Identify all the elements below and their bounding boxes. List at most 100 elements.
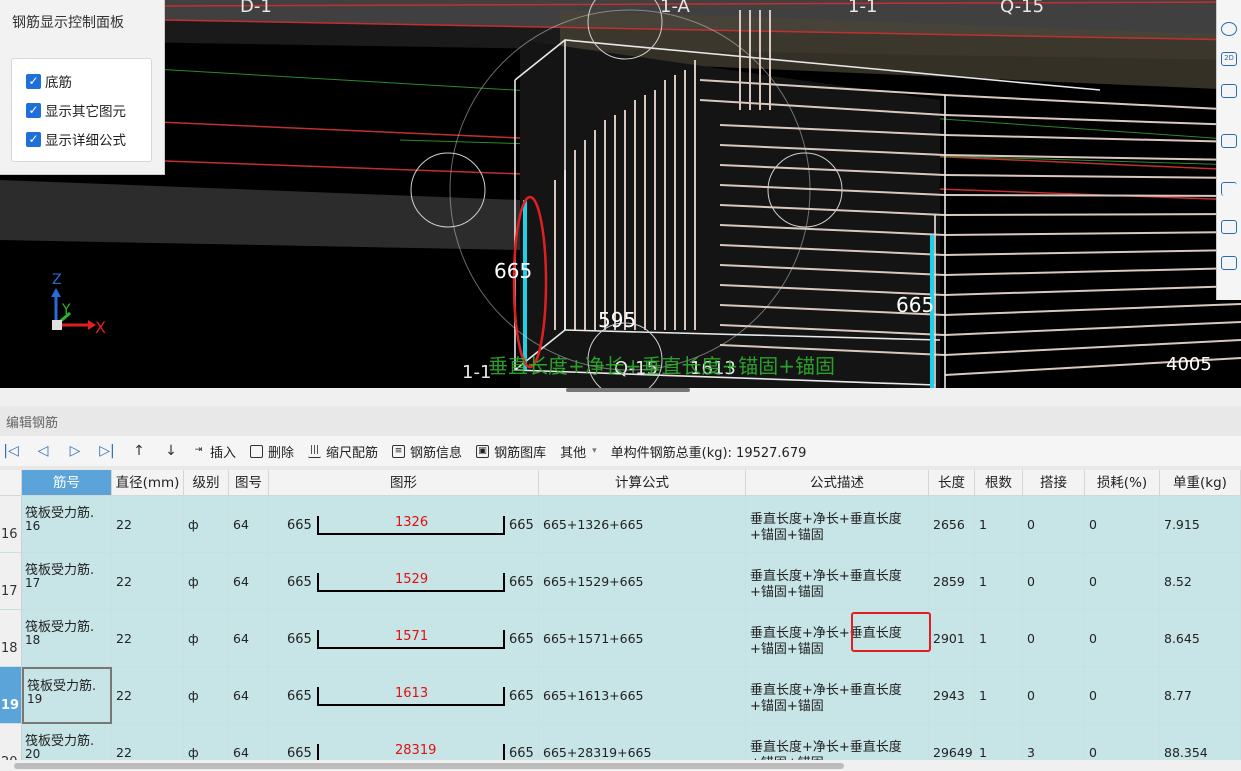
weight-cell[interactable]: 7.915	[1160, 496, 1241, 553]
row-number[interactable]: 20	[0, 724, 22, 760]
grade-cell[interactable]: ф	[184, 496, 229, 553]
formula-cell[interactable]: 665+28319+665	[539, 724, 746, 760]
rebar-name-cell[interactable]: 筏板受力筋. 16	[22, 496, 112, 553]
box-icon[interactable]	[1221, 134, 1237, 148]
fig-cell[interactable]: 64	[229, 724, 269, 760]
splitter-handle[interactable]	[566, 388, 690, 392]
3d-viewport[interactable]: D-1 1-A 1-1 Q-15 665 595 665 4005 1-1 Q-…	[0, 0, 1241, 388]
column-header[interactable]: 筋号	[22, 470, 112, 496]
weight-cell[interactable]: 8.645	[1160, 610, 1241, 667]
row-number[interactable]: 19	[0, 667, 22, 724]
shape-cell[interactable]: 665 28319 665	[269, 724, 539, 760]
desc-cell[interactable]: 垂直长度+净长+垂直长度+锚固+锚固	[746, 724, 929, 760]
len-cell[interactable]: 2859	[929, 553, 975, 610]
desc-cell[interactable]: 垂直长度+净长+垂直长度+锚固+锚固	[746, 496, 929, 553]
insert-button[interactable]: ⇥ 插入	[192, 442, 236, 461]
shape-length-value[interactable]: 1571	[395, 629, 428, 644]
rebar-name-cell[interactable]: 筏板受力筋. 17	[22, 553, 112, 610]
row-number[interactable]: 17	[0, 553, 22, 610]
column-header[interactable]: 单重(kg)	[1160, 470, 1241, 496]
option-bottom-rebar[interactable]: ✓ 底筋	[26, 71, 72, 91]
count-cell[interactable]: 1	[975, 553, 1023, 610]
prev-icon[interactable]: ◁	[32, 443, 54, 459]
len-cell[interactable]: 2901	[929, 610, 975, 667]
column-header[interactable]: 公式描述	[746, 470, 929, 496]
column-header[interactable]: 直径(mm)	[112, 470, 184, 496]
option-show-other-elements[interactable]: ✓ 显示其它图元	[26, 100, 126, 120]
next-icon[interactable]: ▷	[64, 443, 86, 459]
fig-cell[interactable]: 64	[229, 553, 269, 610]
table-row[interactable]: 16 筏板受力筋. 16 22 ф 64 665 1326 665 665+1326+665 垂直长…	[0, 496, 1241, 553]
column-header[interactable]: 图形	[269, 470, 539, 496]
formula-cell[interactable]: 665+1613+665	[539, 667, 746, 724]
shape-cell[interactable]: 665 1613 665	[269, 667, 539, 724]
dia-cell[interactable]: 22	[112, 496, 184, 553]
checkbox-checked-icon[interactable]: ✓	[26, 102, 41, 118]
dia-cell[interactable]: 22	[112, 667, 184, 724]
rebar-name-cell-selected[interactable]: 筏板受力筋. 19	[22, 667, 112, 724]
count-cell[interactable]: 1	[975, 667, 1023, 724]
fig-cell[interactable]: 64	[229, 610, 269, 667]
lap-cell[interactable]: 0	[1023, 553, 1085, 610]
dia-cell[interactable]: 22	[112, 610, 184, 667]
grade-cell[interactable]: ф	[184, 667, 229, 724]
other-dropdown[interactable]: 其他 ▾	[560, 442, 597, 461]
count-cell[interactable]: 1	[975, 496, 1023, 553]
box-icon[interactable]	[1221, 84, 1237, 98]
checkbox-checked-icon[interactable]: ✓	[26, 73, 41, 89]
checkbox-checked-icon[interactable]: ✓	[26, 131, 41, 147]
table-row[interactable]: 20筏板受力筋.2022 ф 64 665 28319 665 665+28319+665 垂…	[0, 724, 1241, 760]
shape-length-value[interactable]: 1529	[395, 572, 428, 587]
shape-length-value[interactable]: 1613	[395, 686, 428, 701]
column-header[interactable]: 搭接	[1023, 470, 1085, 496]
lap-cell[interactable]: 0	[1023, 610, 1085, 667]
grade-cell[interactable]: ф	[184, 610, 229, 667]
column-header[interactable]: 图号	[229, 470, 269, 496]
shape-cell[interactable]: 665 1326 665	[269, 496, 539, 553]
row-number[interactable]: 18	[0, 610, 22, 667]
column-header[interactable]: 计算公式	[539, 470, 746, 496]
column-header[interactable]: 根数	[975, 470, 1023, 496]
shape-cell[interactable]: 665 1529 665	[269, 553, 539, 610]
corner-icon[interactable]	[1221, 182, 1237, 196]
lap-cell[interactable]: 0	[1023, 667, 1085, 724]
scale-rebar-button[interactable]: ||| 缩尺配筋	[308, 442, 378, 461]
loss-cell[interactable]: 0	[1085, 553, 1160, 610]
desc-cell[interactable]: 垂直长度+净长+垂直长度+锚固+锚固	[746, 667, 929, 724]
len-cell[interactable]: 2656	[929, 496, 975, 553]
dia-cell[interactable]: 22	[112, 553, 184, 610]
lap-cell[interactable]: 0	[1023, 496, 1085, 553]
option-show-detailed-formula[interactable]: ✓ 显示详细公式	[26, 129, 126, 149]
table-row[interactable]: 18 筏板受力筋. 18 22 ф 64 665 1571 665 665+1571+665 垂直长…	[0, 610, 1241, 667]
move-up-icon[interactable]: ↑	[128, 443, 150, 459]
rebar-library-button[interactable]: ▣ 钢筋图库	[476, 442, 546, 461]
shape-length-value[interactable]: 28319	[395, 743, 436, 758]
rebar-info-button[interactable]: ≡ 钢筋信息	[392, 442, 462, 461]
last-icon[interactable]: ▷|	[96, 443, 118, 459]
row-number[interactable]: 16	[0, 496, 22, 553]
weight-cell[interactable]: 8.52	[1160, 553, 1241, 610]
table-row[interactable]: 19 筏板受力筋. 19 22 ф 64 665 1613 665 665+1613+665 垂直长…	[0, 667, 1241, 724]
cube-icon[interactable]	[1221, 220, 1237, 234]
scrollbar-thumb[interactable]	[14, 763, 844, 769]
len-cell[interactable]: 2943	[929, 667, 975, 724]
lap-cell[interactable]: 3	[1023, 724, 1085, 760]
rebar-name-cell[interactable]: 筏板受力筋. 18	[22, 610, 112, 667]
shape-cell[interactable]: 665 1571 665	[269, 610, 539, 667]
loss-cell[interactable]: 0	[1085, 667, 1160, 724]
column-header[interactable]: 级别	[184, 470, 229, 496]
loss-cell[interactable]: 0	[1085, 724, 1160, 760]
move-down-icon[interactable]: ↓	[160, 443, 182, 459]
fig-cell[interactable]: 64	[229, 496, 269, 553]
orbit-icon[interactable]	[1221, 22, 1237, 36]
fig-cell[interactable]: 64	[229, 667, 269, 724]
count-cell[interactable]: 1	[975, 610, 1023, 667]
count-cell[interactable]: 1	[975, 724, 1023, 760]
formula-cell[interactable]: 665+1571+665	[539, 610, 746, 667]
list-icon[interactable]	[1221, 256, 1237, 270]
loss-cell[interactable]: 0	[1085, 496, 1160, 553]
formula-cell[interactable]: 665+1326+665	[539, 496, 746, 553]
grade-cell[interactable]: ф	[184, 553, 229, 610]
delete-button[interactable]: 删除	[250, 442, 294, 461]
first-icon[interactable]: |◁	[0, 443, 22, 459]
